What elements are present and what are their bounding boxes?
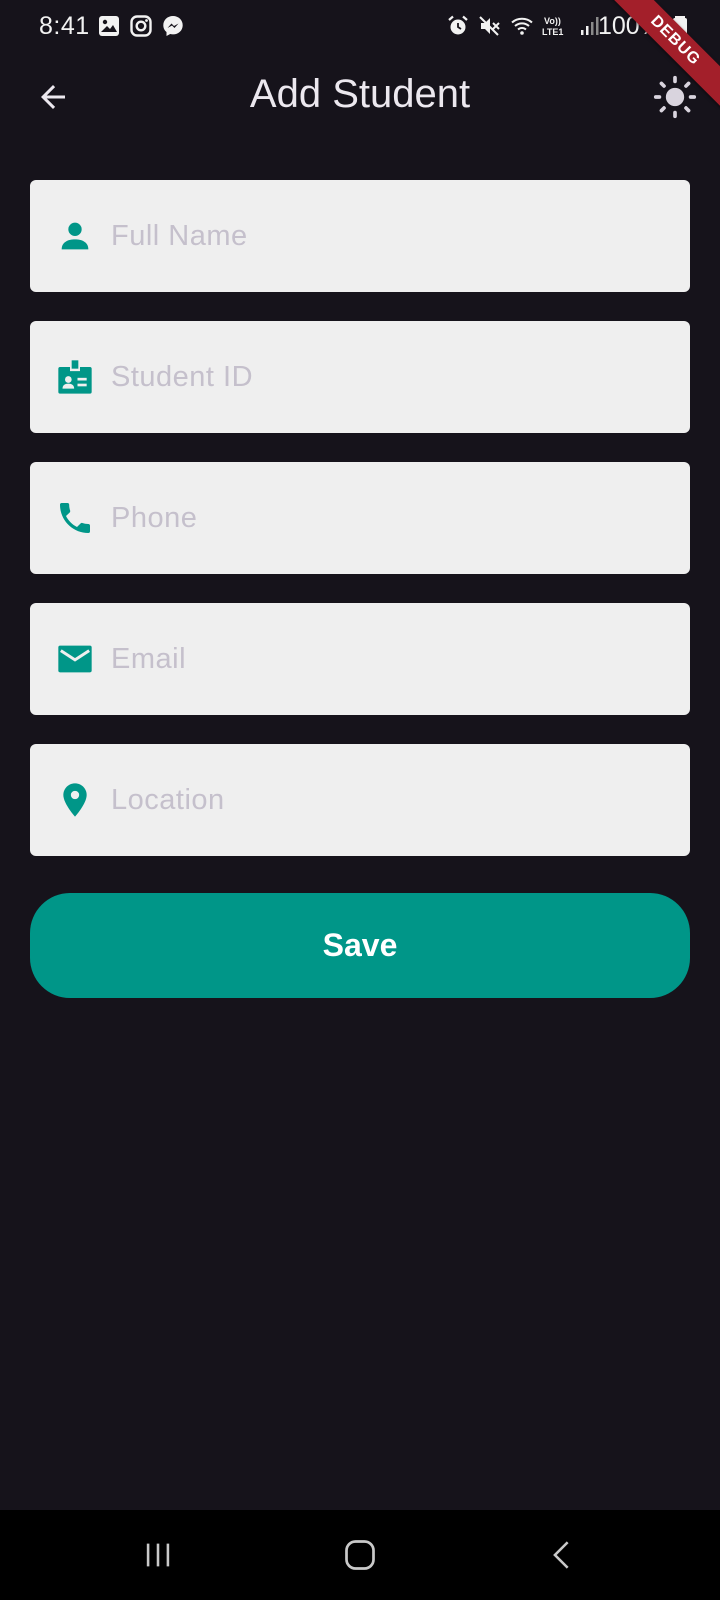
- badge-icon: [53, 355, 97, 399]
- student-id-input[interactable]: [111, 347, 690, 407]
- status-left-icons: [97, 14, 185, 38]
- status-right-icons: Vo)) LTE1: [446, 14, 602, 38]
- student-form: [30, 180, 690, 885]
- back-icon: [553, 1541, 569, 1569]
- location-input[interactable]: [111, 770, 690, 830]
- volte-icon: Vo)) LTE1: [542, 16, 563, 37]
- page-title: Add Student: [249, 72, 471, 116]
- alarm-icon: [448, 15, 468, 35]
- full-name-input[interactable]: [111, 206, 690, 266]
- save-button[interactable]: Save: [30, 893, 690, 998]
- full-name-field[interactable]: [30, 180, 690, 292]
- wifi-icon: [511, 17, 533, 35]
- email-icon: [53, 637, 97, 681]
- student-id-field[interactable]: [30, 321, 690, 433]
- gallery-icon: [99, 16, 119, 36]
- phone-icon: [53, 496, 97, 540]
- location-field[interactable]: [30, 744, 690, 856]
- email-input[interactable]: [111, 629, 690, 689]
- system-nav-bar: [0, 1510, 720, 1600]
- mute-icon: [479, 16, 500, 36]
- recent-apps-button[interactable]: [133, 1532, 183, 1578]
- home-icon: [345, 1540, 375, 1570]
- instagram-icon: [130, 15, 152, 37]
- home-button[interactable]: [335, 1532, 385, 1578]
- person-icon: [53, 214, 97, 258]
- messenger-icon: [163, 16, 183, 36]
- svg-text:LTE1: LTE1: [542, 27, 563, 37]
- recent-apps-icon: [146, 1543, 170, 1567]
- nav-back-button[interactable]: [537, 1532, 587, 1578]
- phone-input[interactable]: [111, 488, 690, 548]
- app-bar: Add Student: [0, 52, 720, 144]
- status-time: 8:41: [39, 12, 90, 40]
- email-field[interactable]: [30, 603, 690, 715]
- location-pin-icon: [53, 778, 97, 822]
- svg-text:Vo)): Vo)): [544, 16, 561, 26]
- phone-field[interactable]: [30, 462, 690, 574]
- sun-icon: [653, 75, 697, 119]
- theme-toggle-button[interactable]: [650, 72, 700, 122]
